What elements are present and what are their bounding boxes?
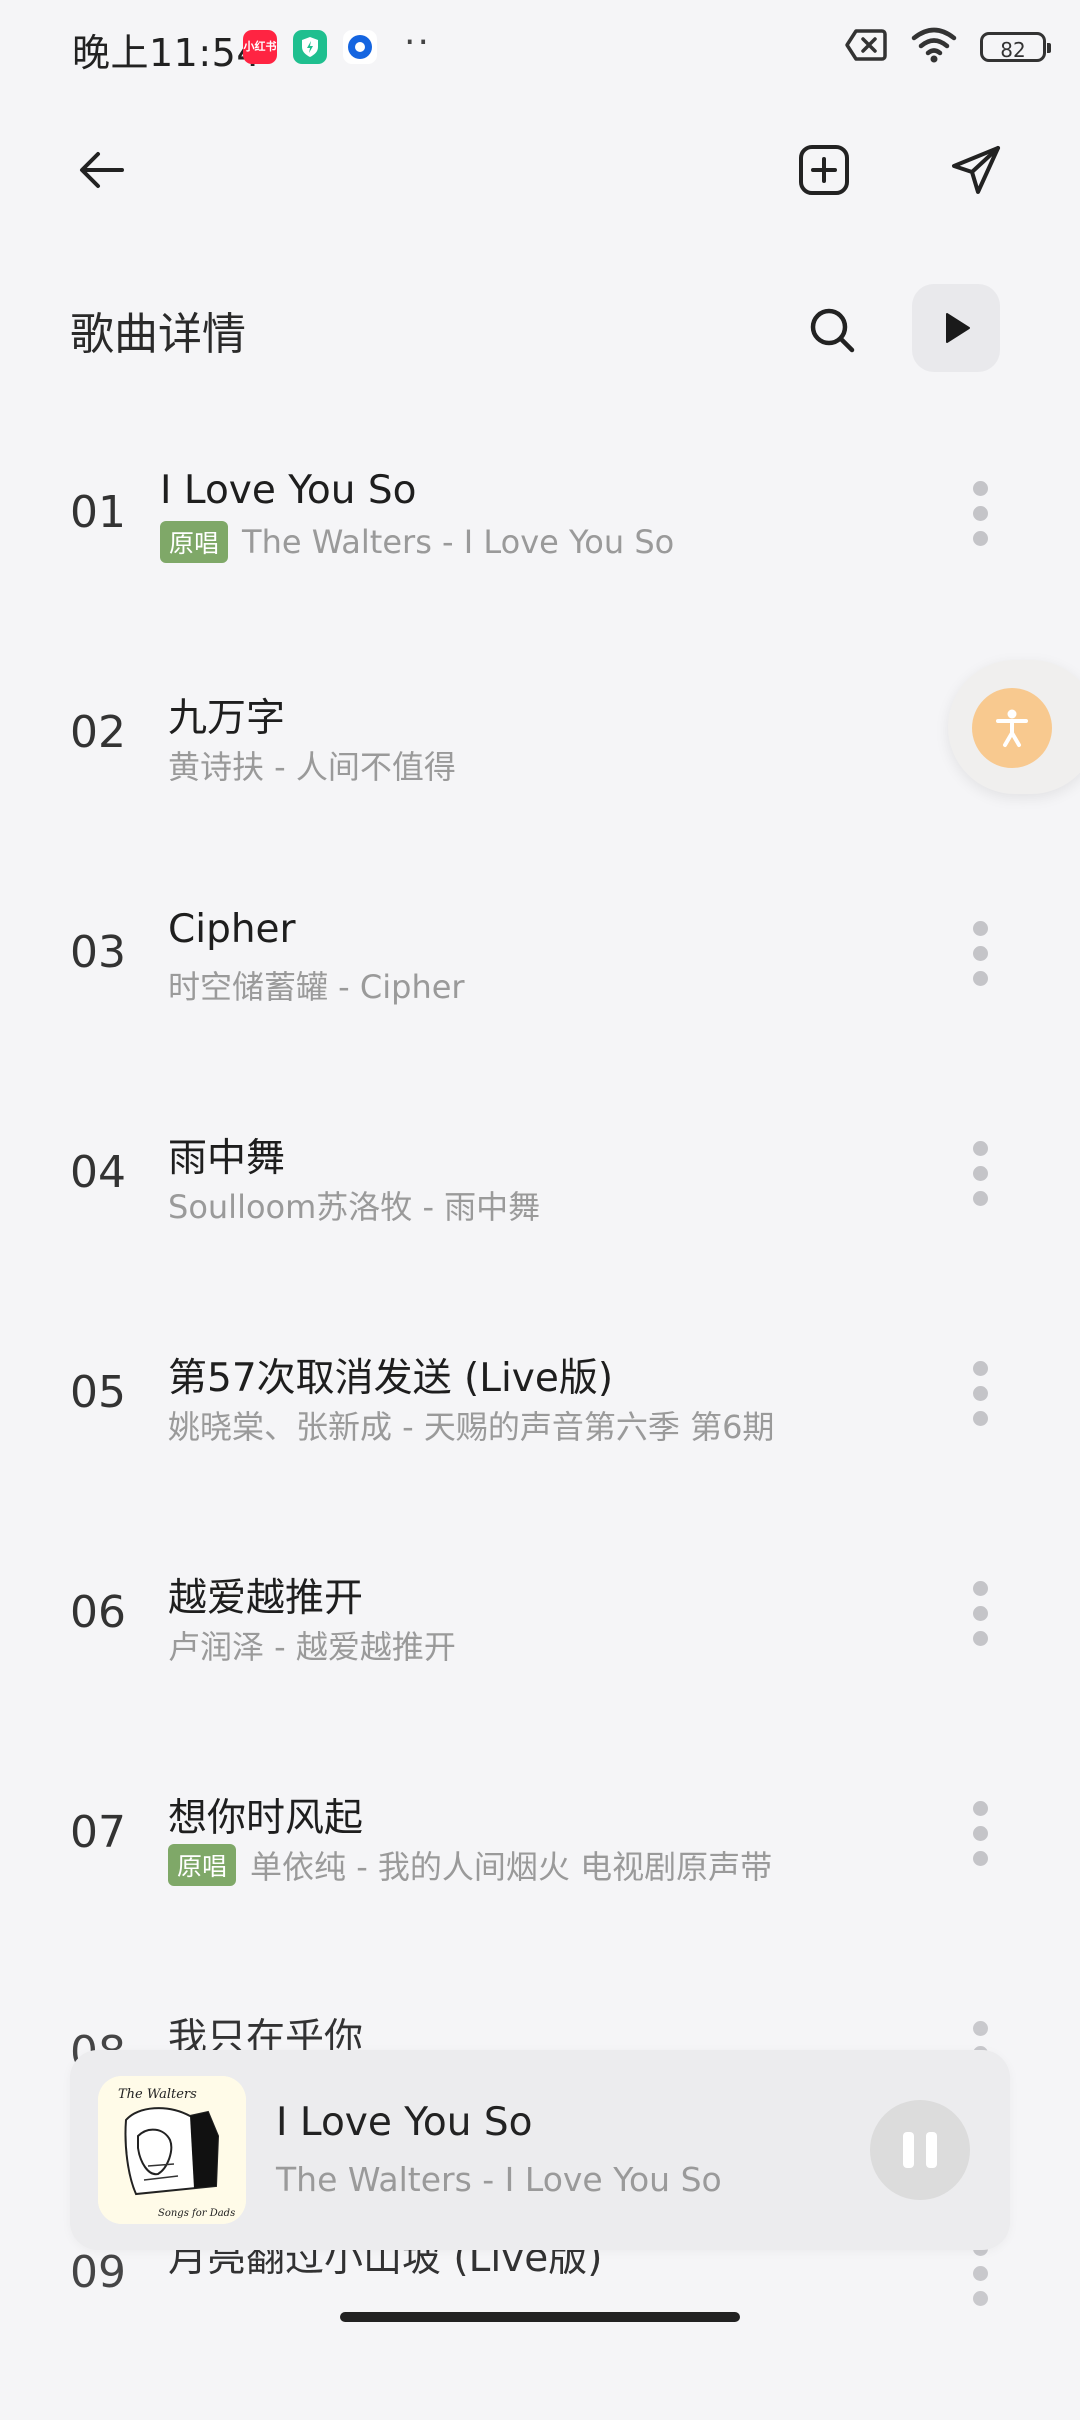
song-title: 想你时风起 <box>168 1796 364 1841</box>
original-badge: 原唱 <box>160 521 229 563</box>
blue-app-icon <box>343 30 377 64</box>
pause-icon <box>903 2132 914 2168</box>
xiaohongshu-icon: 小红书 <box>243 30 277 64</box>
song-artist-album: 时空储蓄罐 - Cipher <box>168 968 465 1006</box>
battery-indicator: 82 <box>980 32 1051 62</box>
more-options-button[interactable] <box>960 913 1000 993</box>
more-options-button[interactable] <box>960 1573 1000 1653</box>
song-title: 越爱越推开 <box>168 1576 364 1621</box>
song-row[interactable]: 02 九万字 黄诗扶 - 人间不值得 <box>0 660 1080 880</box>
shield-app-icon <box>293 30 327 64</box>
add-to-playlist-icon <box>799 145 849 195</box>
song-index: 01 <box>70 487 126 538</box>
song-index: 06 <box>70 1587 126 1638</box>
more-notifications-indicator: ·· <box>404 22 431 63</box>
song-title: I Love You So <box>160 468 417 513</box>
song-index: 03 <box>70 927 126 978</box>
song-title: Cipher <box>168 907 296 952</box>
cover-title: The Walters <box>118 2087 197 2102</box>
share-button[interactable] <box>936 130 1016 210</box>
song-artist-album: 黄诗扶 - 人间不值得 <box>168 748 456 786</box>
more-options-button[interactable] <box>960 1353 1000 1433</box>
album-cover[interactable]: The Walters Songs for Dads <box>98 2076 246 2224</box>
song-subtitle: Soulloom苏洛牧 - 雨中舞 <box>168 1182 540 1228</box>
more-options-button[interactable] <box>960 1133 1000 1213</box>
status-time: 晚上11:54 <box>72 31 262 75</box>
sim-off-icon <box>844 27 888 67</box>
song-index: 02 <box>70 707 126 758</box>
song-row[interactable]: 07 想你时风起 原唱 单依纯 - 我的人间烟火 电视剧原声带 <box>0 1760 1080 1980</box>
song-artist-album: The Walters - I Love You So <box>242 523 675 561</box>
song-row[interactable]: 04 雨中舞 Soulloom苏洛牧 - 雨中舞 <box>0 1100 1080 1320</box>
original-badge: 原唱 <box>168 1844 237 1886</box>
song-artist-album: 卢润泽 - 越爱越推开 <box>168 1628 456 1666</box>
song-index: 09 <box>70 2247 126 2298</box>
song-subtitle: 原唱 The Walters - I Love You So <box>160 521 674 563</box>
page-title: 歌曲详情 <box>70 309 246 360</box>
arrow-left-icon <box>80 152 124 188</box>
song-row[interactable]: 03 Cipher 时空储蓄罐 - Cipher <box>0 880 1080 1100</box>
now-playing-title: I Love You So <box>276 2100 533 2145</box>
song-title: 雨中舞 <box>168 1136 286 1181</box>
pause-button[interactable] <box>870 2100 970 2200</box>
song-artist-album: 姚晓棠、张新成 - 天赐的声音第六季 第6期 <box>168 1408 775 1446</box>
song-index: 05 <box>70 1367 126 1418</box>
play-all-button[interactable] <box>912 284 1000 372</box>
song-index: 07 <box>70 1807 126 1858</box>
song-row[interactable]: 06 越爱越推开 卢润泽 - 越爱越推开 <box>0 1540 1080 1760</box>
back-button[interactable] <box>62 130 142 210</box>
song-subtitle: 原唱 单依纯 - 我的人间烟火 电视剧原声带 <box>168 1842 772 1888</box>
accessibility-float[interactable] <box>948 660 1080 794</box>
status-right: 82 <box>844 26 1051 68</box>
send-icon <box>952 146 1000 194</box>
song-index: 04 <box>70 1147 126 1198</box>
song-artist-album: 单依纯 - 我的人间烟火 电视剧原声带 <box>250 1848 773 1886</box>
accessibility-icon <box>972 688 1052 768</box>
status-bar: 晚上11:54 小红书 ·· 82 <box>0 0 1080 96</box>
song-subtitle: 姚晓棠、张新成 - 天赐的声音第六季 第6期 <box>168 1402 774 1448</box>
cover-subtitle: Songs for Dads <box>158 2208 235 2219</box>
song-subtitle: 卢润泽 - 越爱越推开 <box>168 1622 456 1668</box>
now-playing-subtitle: The Walters - I Love You So <box>276 2160 722 2199</box>
song-title: 九万字 <box>168 696 286 741</box>
play-icon <box>946 313 970 343</box>
song-row[interactable]: 01 I Love You So 原唱 The Walters - I Love… <box>0 440 1080 660</box>
song-subtitle: 黄诗扶 - 人间不值得 <box>168 742 456 788</box>
wifi-icon <box>910 26 958 68</box>
mini-player[interactable]: The Walters Songs for Dads I Love You So… <box>70 2050 1010 2250</box>
song-title: 第57次取消发送 (Live版) <box>168 1356 614 1401</box>
search-icon <box>810 308 855 353</box>
more-options-button[interactable] <box>960 1793 1000 1873</box>
home-indicator[interactable] <box>340 2312 740 2322</box>
song-subtitle: 时空储蓄罐 - Cipher <box>168 962 465 1008</box>
song-row[interactable]: 05 第57次取消发送 (Live版) 姚晓棠、张新成 - 天赐的声音第六季 第… <box>0 1320 1080 1540</box>
song-artist-album: Soulloom苏洛牧 - 雨中舞 <box>168 1188 541 1226</box>
more-options-button[interactable] <box>960 473 1000 553</box>
search-button[interactable] <box>792 290 872 370</box>
add-to-playlist-button[interactable] <box>784 130 864 210</box>
